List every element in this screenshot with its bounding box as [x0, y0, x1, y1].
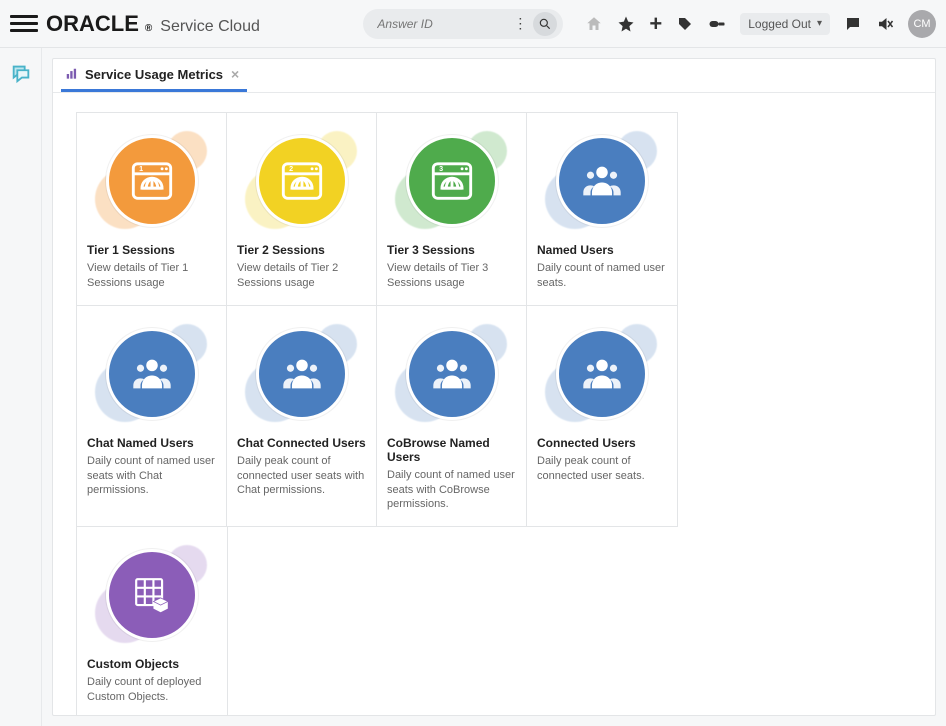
card-description: View details of Tier 3 Sessions usage	[387, 261, 517, 291]
content-area: 1 Tier 1 Sessions View details of Tier 1 …	[53, 93, 935, 715]
card-description: Daily count of named user seats with Cha…	[87, 454, 217, 499]
card-icon-wrap	[87, 318, 217, 430]
brand-subtitle: Service Cloud	[160, 18, 260, 36]
people-icon	[406, 328, 498, 420]
card-description: View details of Tier 2 Sessions usage	[237, 261, 367, 291]
card-description: Daily peak count of connected user seats…	[237, 454, 367, 499]
app-shell: Service Usage Metrics × 1 Tier 1 Session…	[0, 48, 946, 726]
chat-bubble-icon[interactable]	[10, 62, 32, 84]
people-icon	[106, 328, 198, 420]
card-description: Daily count of named user seats with CoB…	[387, 468, 517, 513]
top-bar: ORACLE ® Service Cloud ⋮ + Logged Out ▾	[0, 0, 946, 48]
objects-icon	[106, 549, 198, 641]
people-icon	[556, 135, 648, 227]
header-icons: + Logged Out ▾ CM	[585, 10, 936, 38]
home-icon[interactable]	[585, 15, 603, 33]
login-status-label: Logged Out	[748, 17, 811, 31]
brand-name: ORACLE	[46, 11, 139, 37]
bar-chart-icon	[65, 67, 79, 81]
svg-text:3: 3	[439, 165, 443, 173]
left-rail	[0, 48, 42, 726]
star-icon[interactable]	[617, 15, 635, 33]
search-bar: ⋮	[363, 9, 563, 39]
search-input[interactable]	[377, 17, 507, 31]
close-icon[interactable]: ×	[231, 66, 239, 82]
metric-cards-grid: 1 Tier 1 Sessions View details of Tier 1 …	[77, 113, 911, 715]
people-icon	[256, 328, 348, 420]
card-icon-wrap	[87, 539, 217, 651]
metric-card[interactable]: Chat Connected Users Daily peak count of …	[226, 305, 378, 528]
browser-icon: 3	[406, 135, 498, 227]
chevron-down-icon: ▾	[817, 18, 822, 29]
svg-text:1: 1	[139, 165, 143, 173]
card-title: Tier 1 Sessions	[87, 243, 175, 257]
metric-card[interactable]: 1 Tier 1 Sessions View details of Tier 1 …	[76, 112, 228, 306]
browser-icon: 1	[106, 135, 198, 227]
menu-button[interactable]	[10, 10, 38, 38]
card-title: Custom Objects	[87, 657, 179, 671]
tab-row: Service Usage Metrics ×	[53, 59, 935, 93]
key-icon[interactable]	[708, 15, 726, 33]
card-title: Chat Named Users	[87, 436, 194, 450]
card-icon-wrap	[537, 125, 667, 237]
card-title: Connected Users	[537, 436, 636, 450]
people-icon	[556, 328, 648, 420]
card-title: Tier 3 Sessions	[387, 243, 475, 257]
metric-card[interactable]: 3 Tier 3 Sessions View details of Tier 3 …	[376, 112, 528, 306]
svg-text:2: 2	[289, 165, 293, 173]
search-options-icon[interactable]: ⋮	[513, 15, 527, 32]
metric-card[interactable]: Custom Objects Daily count of deployed Cu…	[76, 526, 228, 715]
mute-icon[interactable]	[876, 15, 894, 33]
metric-card[interactable]: Named Users Daily count of named user sea…	[526, 112, 678, 306]
main-panel: Service Usage Metrics × 1 Tier 1 Session…	[52, 58, 936, 716]
card-description: Daily count of deployed Custom Objects.	[87, 675, 217, 705]
card-description: Daily count of named user seats.	[537, 261, 667, 291]
card-title: CoBrowse Named Users	[387, 436, 517, 464]
user-avatar[interactable]: CM	[908, 10, 936, 38]
card-icon-wrap: 1	[87, 125, 217, 237]
brand: ORACLE ® Service Cloud	[46, 11, 260, 37]
tab-label: Service Usage Metrics	[85, 67, 223, 82]
metric-card[interactable]: Connected Users Daily peak count of conne…	[526, 305, 678, 528]
tab-service-usage-metrics[interactable]: Service Usage Metrics ×	[61, 59, 247, 92]
brand-reg: ®	[145, 23, 152, 34]
chat-icon[interactable]	[844, 15, 862, 33]
card-icon-wrap	[387, 318, 517, 430]
card-icon-wrap	[537, 318, 667, 430]
card-title: Tier 2 Sessions	[237, 243, 325, 257]
card-icon-wrap: 3	[387, 125, 517, 237]
card-description: View details of Tier 1 Sessions usage	[87, 261, 217, 291]
tag-icon[interactable]	[676, 15, 694, 33]
card-title: Chat Connected Users	[237, 436, 366, 450]
login-status-dropdown[interactable]: Logged Out ▾	[740, 13, 830, 35]
card-title: Named Users	[537, 243, 614, 257]
metric-card[interactable]: CoBrowse Named Users Daily count of named…	[376, 305, 528, 528]
plus-icon[interactable]: +	[649, 11, 662, 37]
card-description: Daily peak count of connected user seats…	[537, 454, 667, 484]
card-icon-wrap: 2	[237, 125, 367, 237]
browser-icon: 2	[256, 135, 348, 227]
metric-card[interactable]: 2 Tier 2 Sessions View details of Tier 2 …	[226, 112, 378, 306]
search-submit-button[interactable]	[533, 12, 557, 36]
metric-card[interactable]: Chat Named Users Daily count of named use…	[76, 305, 228, 528]
avatar-initials: CM	[913, 18, 930, 30]
card-icon-wrap	[237, 318, 367, 430]
